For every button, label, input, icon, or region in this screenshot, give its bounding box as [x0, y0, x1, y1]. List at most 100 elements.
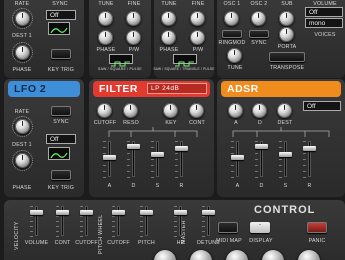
control-fader-5[interactable] [140, 210, 153, 215]
adsr-dest-knob[interactable] [277, 103, 292, 118]
filter-cont-knob[interactable] [189, 103, 204, 118]
osc-b-tune-label: TUNE [161, 1, 177, 7]
control-fader-3[interactable] [80, 210, 93, 215]
lfo2-key-trig-button[interactable] [51, 170, 71, 180]
osc-a-wave-label: SAW / SQUARE / PULSE [98, 67, 142, 71]
filter-fader-s-tick [151, 141, 154, 142]
control-fader-label-2: CONT [54, 240, 71, 246]
osc-b-panel: TUNE FINE PHASE P/W SAW / SQUARE / TRIAN… [153, 0, 214, 78]
osc-a-pw-knob[interactable] [126, 30, 141, 45]
adsr-fader-r[interactable] [303, 146, 316, 152]
voice-mode-value: mono [309, 20, 326, 27]
control-knob-5[interactable] [298, 250, 320, 260]
osc-b-tune-knob[interactable] [161, 11, 176, 26]
filter-fader-r-tick [175, 153, 178, 154]
display-button[interactable]: - [250, 222, 270, 233]
lfo2-dest-dropdown[interactable]: Off [46, 134, 76, 144]
filter-reso-knob[interactable] [123, 103, 138, 118]
filter-fader-r[interactable] [175, 146, 188, 152]
osc-a-phase-knob[interactable] [98, 30, 113, 45]
control-fader-1[interactable] [30, 210, 43, 215]
transpose-display[interactable] [269, 52, 305, 62]
adsr-a-knob[interactable] [228, 103, 243, 118]
osc-a-tune-knob[interactable] [98, 11, 113, 26]
osc-a-fine-knob[interactable] [126, 11, 141, 26]
osc-b-pw-knob[interactable] [190, 30, 205, 45]
control-knob-1[interactable] [154, 250, 176, 260]
global-off-dropdown[interactable]: Off [305, 7, 343, 17]
control-fader-1-tick [30, 231, 33, 232]
control-fader-2[interactable] [56, 210, 69, 215]
filter-fader-label-r: R [179, 183, 184, 189]
sync-button[interactable] [249, 30, 269, 38]
filter-fader-d-tick [127, 177, 130, 178]
osc-b-phase-knob[interactable] [161, 30, 176, 45]
control-knob-3[interactable] [226, 250, 248, 260]
lfo2-sync-button[interactable] [51, 106, 71, 116]
control-knob-2[interactable] [190, 250, 212, 260]
filter-cutoff-knob[interactable] [97, 103, 112, 118]
adsr-fader-label-a: A [235, 183, 240, 189]
control-fader-6-tick [174, 206, 177, 207]
adsr-fader-s-tick [279, 159, 282, 160]
osc-b-wave-display[interactable] [173, 54, 197, 67]
lfo1-rate-knob[interactable] [15, 11, 30, 26]
filter-fader-s[interactable] [151, 151, 164, 157]
adsr-fader-r-tick [303, 153, 306, 154]
control-fader-label-3: CUTOFF [75, 240, 98, 246]
control-title: CONTROL [254, 204, 316, 216]
osc-a-panel: TUNE FINE PHASE P/W SAW / SQUARE / PULSE [89, 0, 151, 78]
lfo2-wave-display[interactable] [48, 147, 70, 160]
control-knob-4[interactable] [262, 250, 284, 260]
adsr-fader-s-tick [279, 147, 282, 148]
sub-level-knob[interactable] [279, 11, 294, 26]
adsr-fader-d-tick [255, 141, 258, 142]
filter-fader-a-tick [103, 141, 106, 142]
control-fader-2-tick [56, 206, 59, 207]
osc-b-fine-knob[interactable] [190, 11, 205, 26]
osc1-level-knob[interactable] [224, 11, 239, 26]
tune-knob[interactable] [227, 48, 242, 63]
lfo2-sync-label: SYNC [53, 119, 69, 125]
filter-fader-label-d: D [131, 183, 136, 189]
adsr-fader-d[interactable] [255, 144, 268, 150]
voice-mode-dropdown[interactable]: mono [305, 18, 343, 28]
control-fader-5-tick [140, 221, 143, 222]
filter-fader-d-tick [127, 153, 130, 154]
osc-a-wave-display[interactable] [109, 54, 133, 67]
osc2-level-knob[interactable] [251, 11, 266, 26]
filter-fader-d[interactable] [127, 144, 140, 150]
adsr-fader-r-tick [303, 171, 306, 172]
filter-fader-a-tick [103, 153, 106, 154]
lfo1-key-trig-button[interactable] [51, 49, 71, 59]
display-label: DISPLAY [249, 238, 273, 244]
lfo1-phase-knob[interactable] [15, 45, 30, 60]
filter-key-knob[interactable] [163, 103, 178, 118]
adsr-header: ADSR [221, 81, 341, 97]
adsr-fader-s-tick [279, 171, 282, 172]
control-fader-3-tick [80, 206, 83, 207]
adsr-envelope-bracket [232, 127, 330, 137]
adsr-fader-a-tick [231, 165, 234, 166]
control-fader-2-tick [56, 221, 59, 222]
filter-fader-a[interactable] [103, 155, 116, 161]
lfo1-sync-dropdown[interactable]: Off [46, 10, 76, 20]
control-fader-7[interactable] [202, 210, 215, 215]
lfo2-phase-knob[interactable] [15, 153, 30, 168]
adsr-fader-a[interactable] [231, 155, 244, 161]
control-fader-6[interactable] [174, 210, 187, 215]
ringmod-button[interactable] [222, 30, 242, 38]
adsr-dest-dropdown[interactable]: Off [303, 101, 341, 111]
porta-knob[interactable] [279, 27, 294, 42]
lfo1-wave-display[interactable] [48, 22, 70, 35]
lfo2-rate-knob[interactable] [15, 119, 30, 134]
control-fader-1-tick [30, 206, 33, 207]
control-fader-6-tick [174, 226, 177, 227]
control-fader-4[interactable] [112, 210, 125, 215]
adsr-d-knob[interactable] [252, 103, 267, 118]
filter-envelope-bracket [108, 127, 198, 137]
midi-map-button[interactable] [218, 222, 238, 233]
adsr-fader-s[interactable] [279, 151, 292, 157]
filter-type-dropdown[interactable]: LP 24dB [147, 83, 207, 94]
panic-button[interactable] [307, 222, 327, 233]
